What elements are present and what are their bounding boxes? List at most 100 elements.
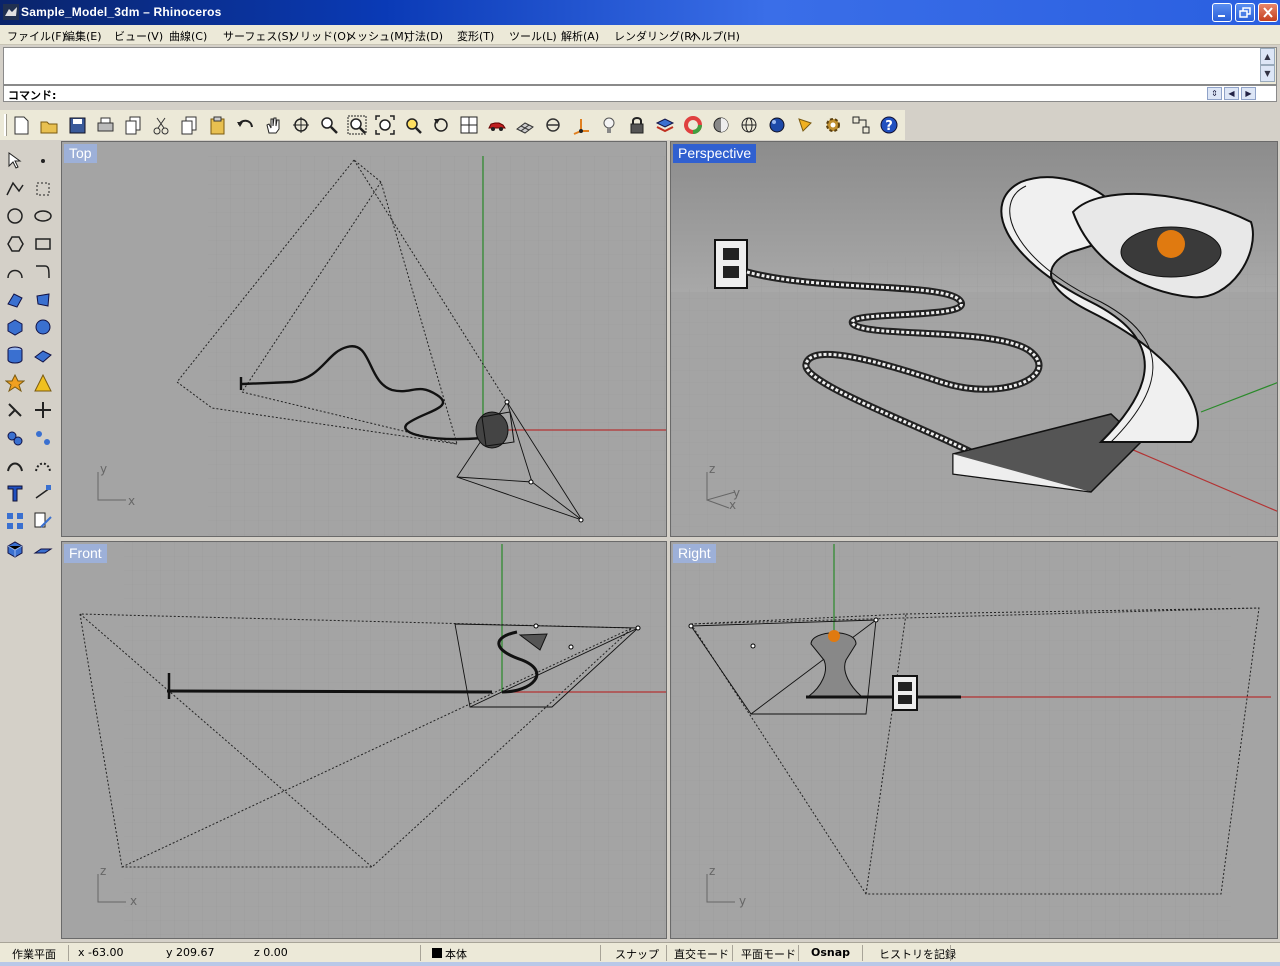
toolbar-button-snap[interactable] xyxy=(849,113,873,137)
tool-button-mesh[interactable] xyxy=(30,342,56,368)
tool-button-polyline[interactable] xyxy=(2,176,28,202)
command-right-icon[interactable]: ▶ xyxy=(1241,87,1256,100)
toolbar-button-wireframe-sphere[interactable] xyxy=(737,113,761,137)
toolbar-button-print[interactable] xyxy=(93,113,117,137)
toolbar-button-render-sphere[interactable] xyxy=(765,113,789,137)
toolbar-button-undo[interactable] xyxy=(233,113,257,137)
tool-button-loft[interactable] xyxy=(30,287,56,313)
toolbar-button-layer[interactable] xyxy=(653,113,677,137)
minimize-button[interactable] xyxy=(1212,3,1232,22)
menu-item-3[interactable]: 曲線(C) xyxy=(169,28,207,44)
tool-button-cylinder[interactable] xyxy=(2,342,28,368)
tool-button-point[interactable] xyxy=(30,148,56,174)
toolbar-button-zoom-dynamic[interactable] xyxy=(317,113,341,137)
toolbar-button-settings-gear[interactable] xyxy=(821,113,845,137)
menu-item-11[interactable]: レンダリング(R) xyxy=(614,28,696,44)
toolbar-button-grid-plane[interactable] xyxy=(513,113,537,137)
tool-button-plane[interactable] xyxy=(30,536,56,562)
viewport-top[interactable]: Top x y xyxy=(61,141,667,537)
tool-button-group[interactable] xyxy=(2,425,28,451)
tool-button-ungroup[interactable] xyxy=(30,425,56,451)
viewport-label-top[interactable]: Top xyxy=(64,144,97,163)
command-history[interactable]: ▲ ▼ xyxy=(3,47,1277,85)
rhino-app-icon[interactable] xyxy=(3,4,19,20)
tool-button-surface-patch[interactable] xyxy=(2,287,28,313)
toolbar-button-color-wheel[interactable] xyxy=(681,113,705,137)
scroll-up-icon[interactable]: ▲ xyxy=(1260,48,1275,65)
viewport-label-right[interactable]: Right xyxy=(673,544,716,563)
status-layer[interactable]: 本体 xyxy=(445,946,467,962)
toolbar-button-light[interactable] xyxy=(597,113,621,137)
command-left-icon[interactable]: ◀ xyxy=(1224,87,1239,100)
toolbar-grip[interactable] xyxy=(4,114,8,136)
tool-button-offset[interactable] xyxy=(2,453,28,479)
status-planar-toggle[interactable]: 平面モード xyxy=(741,946,796,962)
tool-button-scale[interactable] xyxy=(30,508,56,534)
restore-button[interactable] xyxy=(1235,3,1255,22)
tool-button-fillet-curve[interactable] xyxy=(30,259,56,285)
tool-button-text[interactable] xyxy=(2,480,28,506)
toolbar-button-copy-doc[interactable] xyxy=(121,113,145,137)
tool-button-dimension[interactable] xyxy=(30,480,56,506)
viewport-label-front[interactable]: Front xyxy=(64,544,107,563)
menu-item-5[interactable]: ソリッド(O) xyxy=(289,28,350,44)
menu-item-12[interactable]: ヘルプ(H) xyxy=(690,28,740,44)
toolbar-button-four-viewports[interactable] xyxy=(457,113,481,137)
toolbar-button-zoom-extents[interactable] xyxy=(373,113,397,137)
toolbar-button-cplane[interactable] xyxy=(541,113,565,137)
menu-item-9[interactable]: ツール(L) xyxy=(509,28,557,44)
toolbar-button-lock[interactable] xyxy=(625,113,649,137)
perspective-viewport-canvas[interactable] xyxy=(671,142,1278,537)
tool-button-trim[interactable] xyxy=(2,397,28,423)
tool-button-circle[interactable] xyxy=(2,203,28,229)
tool-button-ellipse[interactable] xyxy=(30,203,56,229)
toolbar-button-paste[interactable] xyxy=(205,113,229,137)
tool-button-box[interactable] xyxy=(2,314,28,340)
command-updown-icon[interactable]: ⇕ xyxy=(1207,87,1222,100)
toolbar-button-pan-hand[interactable] xyxy=(261,113,285,137)
viewport-perspective[interactable]: Perspective z y x xyxy=(670,141,1278,537)
toolbar-button-help[interactable]: ? xyxy=(877,113,901,137)
command-history-scrollbar[interactable]: ▲ ▼ xyxy=(1260,48,1276,84)
menu-item-6[interactable]: メッシュ(M) xyxy=(346,28,408,44)
menu-item-1[interactable]: 編集(E) xyxy=(64,28,102,44)
tool-button-select-arrow[interactable] xyxy=(2,148,28,174)
tool-button-array[interactable] xyxy=(2,508,28,534)
tool-button-arc[interactable] xyxy=(2,259,28,285)
toolbar-button-shade[interactable] xyxy=(709,113,733,137)
status-snap-toggle[interactable]: スナップ xyxy=(615,946,659,962)
status-cplane[interactable]: 作業平面 xyxy=(12,946,56,962)
tool-button-solid-box[interactable] xyxy=(2,536,28,562)
tool-button-curve-rect[interactable] xyxy=(30,176,56,202)
toolbar-button-copy[interactable] xyxy=(177,113,201,137)
tool-button-split[interactable] xyxy=(30,397,56,423)
menu-item-4[interactable]: サーフェス(S) xyxy=(223,28,293,44)
menu-item-7[interactable]: 寸法(D) xyxy=(404,28,443,44)
front-viewport-canvas[interactable] xyxy=(62,542,667,939)
status-ortho-toggle[interactable]: 直交モード xyxy=(674,946,729,962)
menu-item-2[interactable]: ビュー(V) xyxy=(114,28,163,44)
command-line[interactable]: コマンド: ⇕ ◀ ▶ xyxy=(3,85,1277,102)
tool-button-rectangle[interactable] xyxy=(30,231,56,257)
right-viewport-canvas[interactable] xyxy=(671,542,1278,939)
toolbar-button-rotate-view[interactable] xyxy=(289,113,313,137)
tool-button-extend[interactable] xyxy=(30,453,56,479)
menu-item-0[interactable]: ファイル(F) xyxy=(7,28,66,44)
status-osnap-toggle[interactable]: Osnap xyxy=(811,946,850,959)
toolbar-button-options[interactable] xyxy=(793,113,817,137)
viewport-right[interactable]: Right y z xyxy=(670,541,1278,939)
top-viewport-canvas[interactable] xyxy=(62,142,667,537)
menu-item-8[interactable]: 変形(T) xyxy=(457,28,494,44)
toolbar-button-undo-view[interactable] xyxy=(429,113,453,137)
toolbar-button-cut[interactable] xyxy=(149,113,173,137)
toolbar-button-zoom-window[interactable] xyxy=(345,113,369,137)
scroll-down-icon[interactable]: ▼ xyxy=(1260,65,1275,82)
toolbar-button-open-folder[interactable] xyxy=(37,113,61,137)
close-button[interactable] xyxy=(1258,3,1278,22)
toolbar-button-save[interactable] xyxy=(65,113,89,137)
toolbar-button-car[interactable] xyxy=(485,113,509,137)
tool-button-polygon[interactable] xyxy=(2,231,28,257)
status-history-toggle[interactable]: ヒストリを記録 xyxy=(879,946,956,962)
viewport-label-perspective[interactable]: Perspective xyxy=(673,144,757,163)
tool-button-explode[interactable] xyxy=(2,370,28,396)
